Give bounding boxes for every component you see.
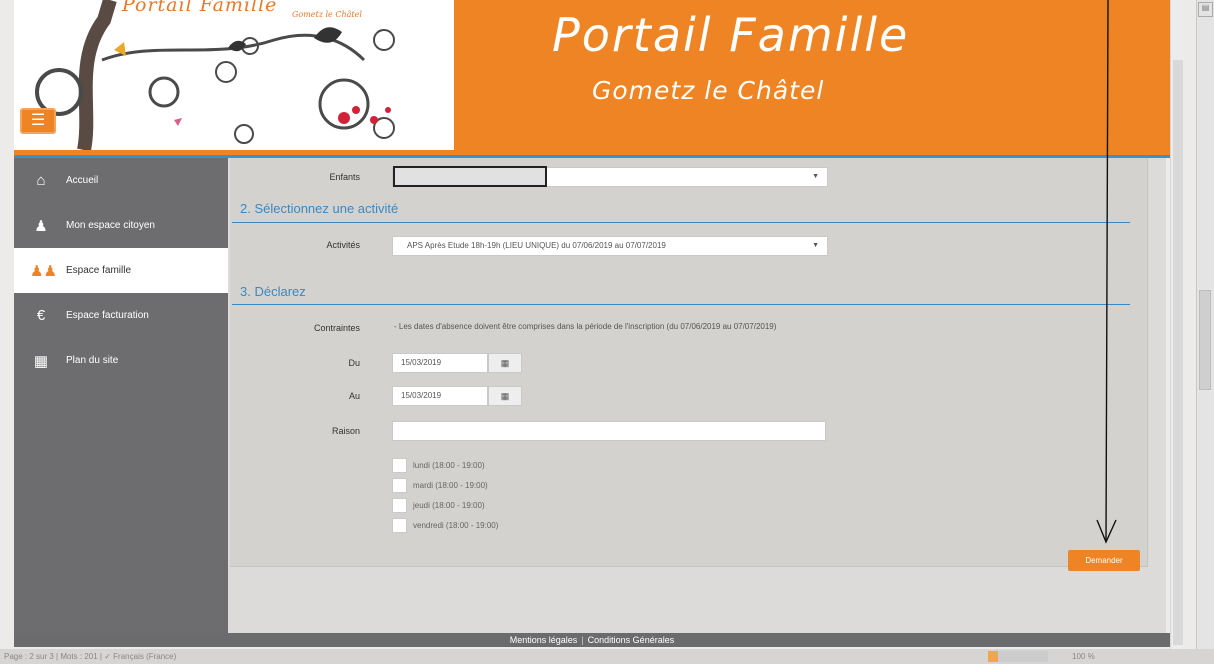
sidebar-item-label: Accueil: [66, 175, 99, 186]
activites-selected-value: APS Après Etude 18h-19h (LIEU UNIQUE) du…: [407, 241, 666, 250]
section-divider: [232, 304, 1130, 305]
day-checkbox-jeudi[interactable]: jeudi (18:00 - 19:00): [392, 496, 485, 514]
raison-label: Raison: [331, 426, 360, 436]
chevron-down-icon: ▼: [812, 242, 819, 249]
sidebar-item-espace-citoyen[interactable]: ♟ Mon espace citoyen: [14, 203, 228, 248]
family-icon: ♟♟: [30, 262, 57, 280]
sidebar-item-espace-facturation[interactable]: € Espace facturation: [14, 293, 228, 338]
contraintes-label: Contraintes: [313, 323, 360, 333]
checkbox[interactable]: [392, 497, 407, 513]
redacted-child-name: [393, 166, 547, 187]
au-label: Au: [348, 391, 360, 401]
status-left: Page : 2 sur 3 | Mots : 201 | ✓ Français…: [4, 652, 177, 661]
calendar-icon: ▦: [500, 358, 510, 368]
word-count[interactable]: Mots : 201: [60, 652, 97, 661]
enfants-label: Enfants: [329, 172, 360, 182]
logo-birds-illustration: [35, 0, 395, 150]
hamburger-icon: ☰: [30, 112, 46, 129]
sidebar-item-label: Plan du site: [66, 355, 119, 366]
site-footer: Mentions légales | Conditions Générales: [14, 633, 1170, 647]
sidebar-item-accueil[interactable]: ⌂ Accueil: [14, 158, 228, 203]
page-scrollbar[interactable]: [1170, 0, 1184, 649]
main-content: Enfants ▼ 2. Sélectionnez une activité A…: [228, 158, 1166, 633]
au-date-input[interactable]: 15/03/2019: [392, 386, 488, 406]
document-scrollbar[interactable]: ▤: [1196, 0, 1214, 649]
demander-button[interactable]: Demander: [1068, 550, 1140, 571]
user-icon: ♟: [34, 217, 48, 235]
day-checkbox-mardi[interactable]: mardi (18:00 - 19:00): [392, 476, 488, 494]
day-checkbox-vendredi[interactable]: vendredi (18:00 - 19:00): [392, 516, 498, 534]
calendar-icon: ▦: [500, 391, 510, 401]
ruler-toggle-icon[interactable]: ▤: [1198, 2, 1213, 17]
chevron-down-icon: ▼: [812, 173, 819, 180]
enfants-select[interactable]: ▼: [392, 166, 828, 187]
word-status-bar: Page : 2 sur 3 | Mots : 201 | ✓ Français…: [0, 649, 1214, 664]
spellcheck-icon[interactable]: ✓: [104, 652, 111, 661]
sidebar: ⌂ Accueil ♟ Mon espace citoyen ♟♟ Espace…: [14, 158, 228, 633]
checkbox[interactable]: [392, 517, 407, 533]
menu-toggle-button[interactable]: ☰: [20, 108, 56, 134]
section-divider: [232, 222, 1130, 223]
contraintes-text: - Les dates d'absence doivent être compr…: [394, 322, 777, 331]
au-calendar-button[interactable]: ▦: [488, 386, 522, 406]
checkbox[interactable]: [392, 477, 407, 493]
day-checkbox-lundi[interactable]: lundi (18:00 - 19:00): [392, 456, 485, 474]
checkbox[interactable]: [392, 457, 407, 473]
day-label: jeudi (18:00 - 19:00): [413, 500, 485, 510]
du-date-input[interactable]: 15/03/2019: [392, 353, 488, 373]
day-label: vendredi (18:00 - 19:00): [413, 520, 499, 530]
section-activite-title: 2. Sélectionnez une activité: [240, 201, 399, 216]
raison-input[interactable]: [392, 421, 826, 441]
activites-select[interactable]: APS Après Etude 18h-19h (LIEU UNIQUE) du…: [392, 236, 828, 256]
page-count[interactable]: Page : 2 sur 3: [4, 652, 54, 661]
sidebar-item-label: Mon espace citoyen: [66, 220, 155, 231]
logo[interactable]: Portail Famille Gometz le Châtel ☰: [14, 0, 454, 150]
site-header: Portail Famille Gometz le Châtel ☰ Porta…: [14, 0, 1170, 158]
activites-label: Activités: [326, 240, 360, 250]
site-subtitle: Gometz le Châtel: [592, 76, 825, 105]
zoom-level[interactable]: 100 %: [1072, 649, 1095, 664]
sidebar-item-espace-famille[interactable]: ♟♟ Espace famille: [14, 248, 228, 293]
mentions-legales-link[interactable]: Mentions légales: [510, 635, 578, 645]
site-title: Portail Famille: [552, 8, 910, 62]
du-label: Du: [348, 358, 360, 368]
conditions-generales-link[interactable]: Conditions Générales: [588, 635, 675, 645]
language-indicator[interactable]: Français (France): [113, 652, 176, 661]
section-declarez-title: 3. Déclarez: [240, 284, 306, 299]
sidebar-item-label: Espace facturation: [66, 310, 149, 321]
sitemap-icon: ▦: [33, 352, 49, 370]
day-label: mardi (18:00 - 19:00): [413, 480, 488, 490]
sidebar-item-plan-du-site[interactable]: ▦ Plan du site: [14, 338, 228, 383]
annotation-arrow: [1096, 0, 1117, 544]
sidebar-item-label: Espace famille: [66, 265, 132, 276]
du-calendar-button[interactable]: ▦: [488, 353, 522, 373]
view-buttons[interactable]: [988, 651, 1048, 662]
day-label: lundi (18:00 - 19:00): [413, 460, 485, 470]
scrollbar-thumb[interactable]: [1173, 60, 1183, 645]
euro-icon: €: [36, 307, 46, 324]
scrollbar-thumb[interactable]: [1199, 290, 1211, 390]
declaration-form: Enfants ▼ 2. Sélectionnez une activité A…: [230, 158, 1148, 571]
home-icon: ⌂: [36, 172, 46, 189]
footer-separator: |: [581, 635, 584, 645]
